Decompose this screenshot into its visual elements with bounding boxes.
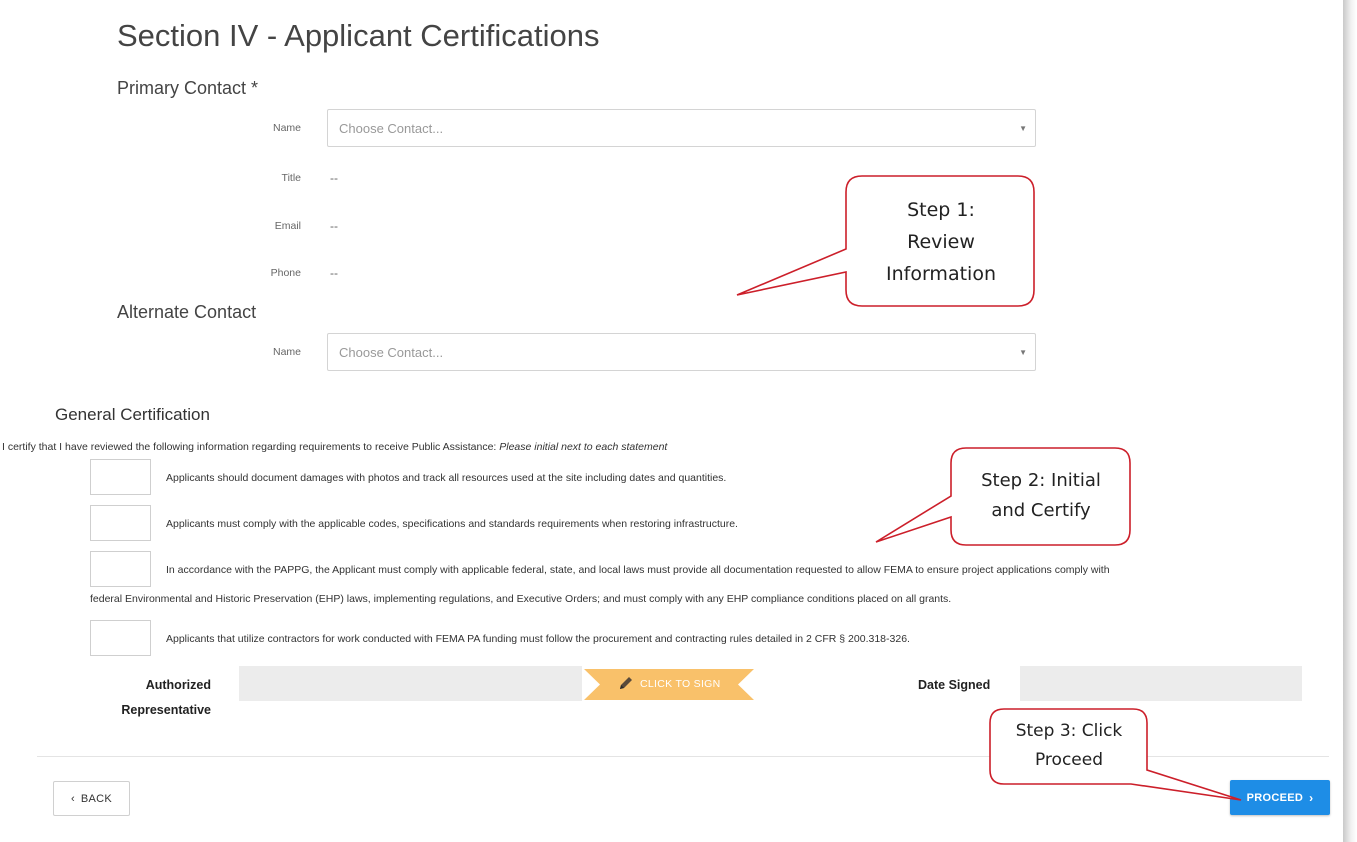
callout-step2-line2: and Certify xyxy=(991,500,1091,521)
callout-step3: Step 3: Click Proceed xyxy=(994,717,1144,775)
callout-step1: Step 1: Review Information xyxy=(856,194,1026,290)
callout-step1-line2: Review xyxy=(907,231,975,253)
callout-step1-line3: Information xyxy=(886,263,996,285)
callout-step1-line1: Step 1: xyxy=(907,199,975,221)
callout-step3-line2: Proceed xyxy=(1034,750,1104,770)
callout-overlay xyxy=(736,175,1242,801)
application-page: Section IV - Applicant Certifications Pr… xyxy=(0,0,1343,842)
callout-step2-line1: Step 2: Initial xyxy=(981,470,1101,491)
page-edge-shadow xyxy=(1343,0,1357,842)
callout-step3-line1: Step 3: Click xyxy=(1015,721,1123,741)
callout-step2: Step 2: Initial and Certify xyxy=(958,466,1124,526)
